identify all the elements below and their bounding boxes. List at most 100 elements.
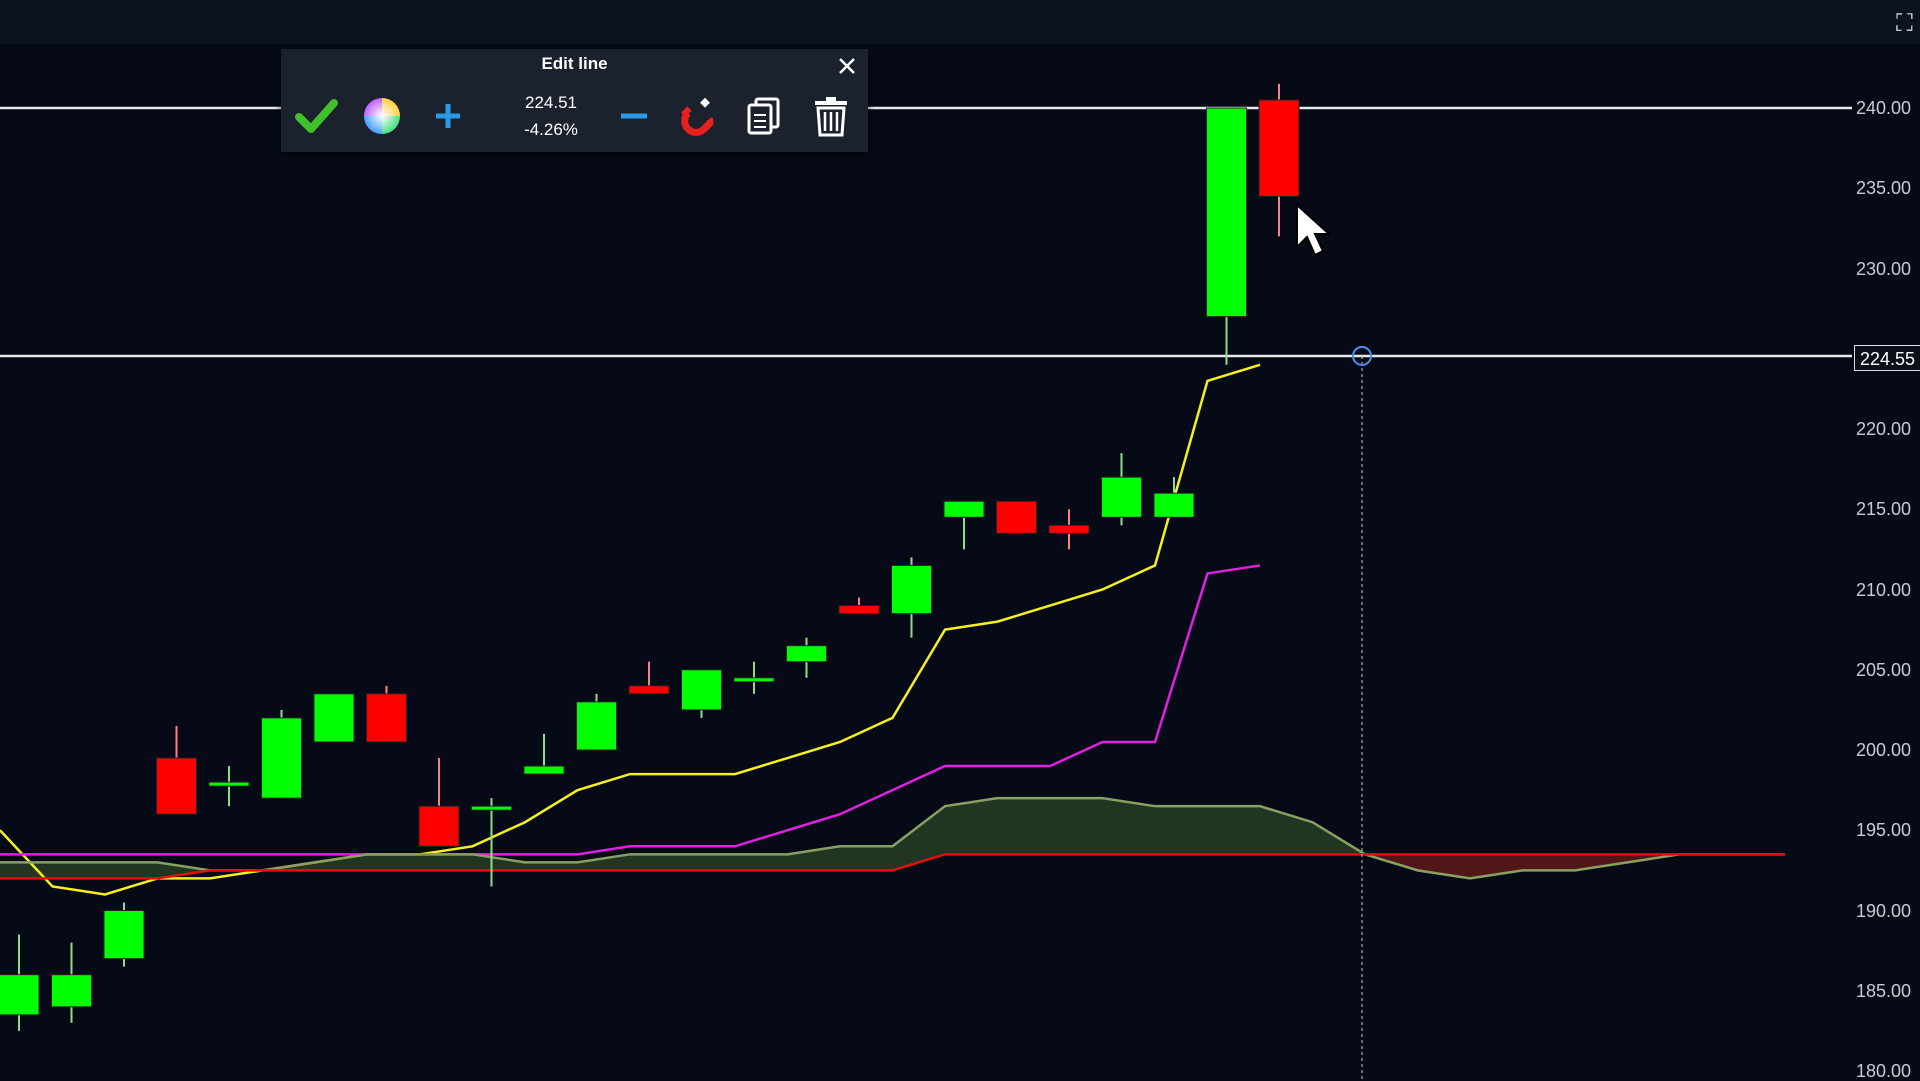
candle: [156, 725, 197, 815]
candle-body: [1258, 99, 1300, 197]
cloud-segment: [630, 854, 683, 871]
cloud-segment: [945, 798, 998, 855]
edit-line-dialog: Edit line 224.51 -4.26%: [281, 49, 868, 152]
price-axis-label: 220.00: [1856, 419, 1912, 439]
candle: [1153, 477, 1195, 518]
price-axis-label: 210.00: [1856, 579, 1912, 600]
color-wheel-icon[interactable]: [357, 91, 407, 141]
cloud-segment: [0, 862, 53, 879]
dialog-title: Edit line: [541, 54, 608, 73]
candle: [838, 597, 880, 615]
candle-body: [208, 781, 250, 787]
ichimoku-cloud: [0, 798, 1680, 879]
candle-body: [576, 701, 617, 751]
cloud-segment: [840, 846, 893, 871]
candles: [0, 83, 1300, 1031]
candle: [523, 733, 565, 775]
magnet-icon[interactable]: [674, 91, 724, 141]
price-axis-label: 215.00: [1856, 499, 1912, 520]
cloud-segment: [1155, 806, 1208, 855]
candle: [471, 798, 512, 887]
cloud-segment: [52, 862, 105, 879]
candle-body: [0, 974, 40, 1016]
cloud-segment: [1522, 854, 1575, 871]
candle-body: [156, 757, 197, 815]
candle-body: [1048, 524, 1090, 534]
candle-body: [366, 693, 407, 743]
price-axis-label: 235.00: [1856, 178, 1912, 199]
candle: [1206, 107, 1247, 365]
candle: [733, 661, 775, 694]
price-readout: 224.51 -4.26%: [496, 89, 606, 145]
candle-body: [628, 685, 670, 695]
price-axis-label: 200.00: [1856, 740, 1912, 760]
candle-body: [313, 693, 355, 743]
price-chart[interactable]: [0, 0, 1920, 1080]
candle-body: [1153, 492, 1195, 518]
candle: [366, 685, 407, 743]
cloud-segment: [892, 806, 945, 871]
cloud-segment: [1050, 798, 1103, 855]
candle: [1101, 453, 1142, 526]
candle: [1048, 509, 1090, 550]
cloud-segment: [682, 854, 735, 871]
horizontal-lines: [0, 106, 1852, 358]
candle: [576, 693, 617, 751]
candle: [786, 637, 827, 678]
candle-body: [103, 910, 145, 960]
trash-icon[interactable]: [806, 91, 856, 141]
mouse-cursor-icon: [1296, 203, 1332, 257]
candle: [996, 500, 1037, 534]
candle-body: [733, 677, 775, 683]
candle-body: [418, 805, 460, 847]
price-axis-label: 240.00: [1856, 98, 1912, 118]
current-line-price-tag: 224.55: [1854, 345, 1920, 371]
candle-body: [891, 564, 932, 615]
candle: [103, 902, 145, 967]
candle-body: [681, 669, 722, 711]
plus-icon[interactable]: [423, 91, 473, 141]
candle: [313, 693, 355, 743]
candle-body: [943, 500, 985, 518]
candle: [628, 661, 670, 695]
candle: [891, 557, 932, 638]
price-axis-label: 180.00: [1856, 1061, 1912, 1081]
indicator-lines: [0, 363, 1785, 896]
candle-body: [786, 645, 827, 663]
candle-body: [51, 974, 92, 1008]
candle-body: [996, 500, 1037, 534]
candle: [261, 709, 302, 799]
price-axis-label: 190.00: [1856, 900, 1912, 921]
close-icon[interactable]: [834, 53, 860, 79]
candle: [51, 942, 92, 1023]
cloud-segment: [105, 862, 158, 879]
line-price: 224.51: [525, 93, 577, 112]
checkmark-icon[interactable]: [291, 91, 341, 141]
price-axis-label: 195.00: [1856, 820, 1912, 841]
cloud-segment: [997, 798, 1050, 855]
line-percent: -4.26%: [524, 120, 578, 139]
candle: [1258, 83, 1300, 237]
minus-icon[interactable]: [609, 91, 659, 141]
price-axis-label: 230.00: [1856, 258, 1912, 279]
candle-body: [471, 805, 512, 811]
price-axis-label: 205.00: [1856, 659, 1912, 680]
candle: [943, 500, 985, 550]
cloud-segment: [367, 854, 420, 871]
candle-body: [1101, 476, 1142, 518]
candle: [418, 758, 460, 847]
copy-icon[interactable]: [740, 91, 790, 141]
crosshair: [1352, 345, 1372, 1080]
candle-body: [838, 605, 880, 615]
candle: [681, 669, 722, 718]
price-axis-label: 185.00: [1856, 980, 1912, 1001]
cloud-segment: [1207, 806, 1260, 855]
candle-body: [261, 717, 302, 799]
candle: [0, 934, 40, 1031]
candle-body: [523, 765, 565, 775]
cloud-segment: [735, 854, 788, 871]
candle: [208, 766, 250, 807]
candle-body: [1206, 107, 1247, 318]
cloud-segment: [420, 854, 473, 871]
cloud-segment: [1102, 798, 1155, 855]
